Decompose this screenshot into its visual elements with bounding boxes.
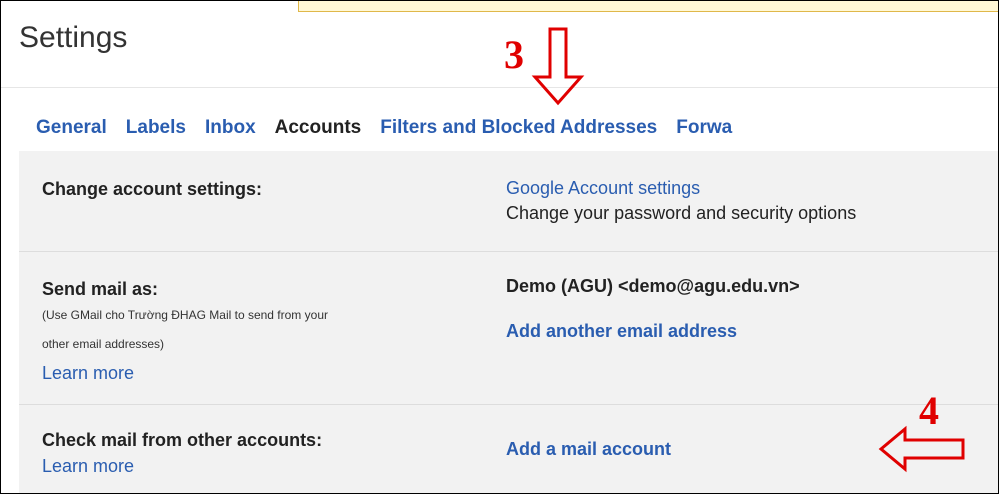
row-divider (19, 404, 998, 405)
send-as-address: Demo (AGU) <demo@agu.edu.vn> (506, 276, 800, 296)
check-mail-learn-more-link[interactable]: Learn more (42, 456, 134, 477)
row-divider (19, 251, 998, 252)
left-arrow-icon (878, 425, 965, 473)
tab-filters-blocked[interactable]: Filters and Blocked Addresses (380, 117, 657, 139)
tab-labels[interactable]: Labels (126, 117, 186, 139)
annotation-number-3: 3 (504, 32, 524, 77)
send-mail-as-label: Send mail as: (42, 279, 159, 299)
add-another-email-link[interactable]: Add another email address (506, 321, 737, 342)
add-mail-account-link[interactable]: Add a mail account (506, 439, 671, 460)
send-mail-learn-more-link[interactable]: Learn more (42, 363, 134, 384)
google-account-settings-link[interactable]: Google Account settings (506, 178, 700, 199)
tab-forwarding[interactable]: Forwa (676, 117, 732, 139)
send-mail-as-note-cont: other email addresses) (42, 337, 165, 351)
change-account-description: Change your password and security option… (506, 203, 857, 223)
send-mail-as-note: (Use GMail cho Trường ĐHAG Mail to send … (42, 308, 328, 322)
tab-accounts[interactable]: Accounts (275, 117, 362, 139)
page-title: Settings (19, 21, 128, 54)
change-account-label: Change account settings: (42, 179, 263, 199)
header-divider (1, 87, 998, 88)
down-arrow-icon (531, 27, 585, 106)
check-mail-label: Check mail from other accounts: (42, 430, 323, 450)
settings-tabs: General Labels Inbox Accounts Filters an… (36, 117, 751, 139)
settings-window: Settings General Labels Inbox Accounts F… (0, 0, 999, 494)
tab-inbox[interactable]: Inbox (205, 117, 256, 139)
tab-general[interactable]: General (36, 117, 107, 139)
notification-bar (298, 1, 998, 12)
